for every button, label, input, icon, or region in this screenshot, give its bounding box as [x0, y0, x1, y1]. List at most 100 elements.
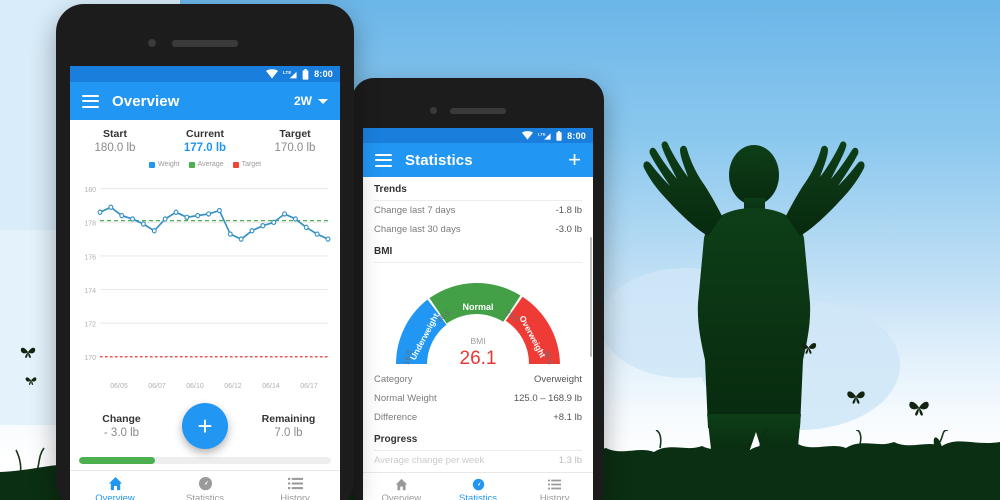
data-point — [108, 204, 114, 210]
stat-label: Start — [103, 128, 127, 140]
chart-legend: Weight Average Target — [70, 157, 340, 170]
stat-label: Current — [186, 128, 224, 140]
bmi-heading: BMI — [374, 246, 393, 257]
hamburger-icon[interactable] — [375, 153, 392, 167]
nav-item-history[interactable]: History — [516, 478, 593, 500]
battery-icon — [302, 68, 309, 80]
y-axis-tick: 176 — [84, 252, 96, 261]
range-selector-label[interactable]: 2W — [294, 94, 312, 108]
row-value: Overweight — [533, 374, 582, 385]
stat-value: 7.0 lb — [274, 427, 303, 439]
earpiece-speaker — [172, 40, 238, 47]
stat-label: Change — [102, 413, 141, 425]
nav-item-statistics[interactable]: Statistics — [160, 476, 250, 500]
scrollbar[interactable] — [590, 237, 592, 357]
table-row[interactable]: Change last 7 days -1.8 lb — [363, 201, 593, 220]
x-axis-tick: 06/07 — [148, 381, 166, 390]
nav-label: Overview — [381, 493, 422, 500]
nav-item-overview[interactable]: Overview — [70, 476, 160, 500]
phone2-bottom-nav: Overview Statistics History — [363, 472, 593, 500]
row-value: -1.8 lb — [555, 205, 582, 216]
phone2-appbar: Statistics + — [363, 143, 593, 177]
table-row[interactable]: Normal Weight 125.0 – 168.9 lb — [363, 389, 593, 408]
row-value: +8.1 lb — [553, 412, 582, 423]
gauge-icon — [472, 478, 484, 491]
phone-overview: LTE 8:00 Overview 2W Start 180.0 lb Curr… — [56, 4, 354, 500]
phone1-statusbar: LTE 8:00 — [70, 66, 340, 82]
data-point — [325, 236, 331, 242]
plus-icon[interactable]: + — [568, 149, 581, 171]
x-axis-tick: 06/12 — [224, 381, 242, 390]
y-axis-tick: 174 — [84, 286, 96, 295]
x-axis-tick: 06/10 — [186, 381, 204, 390]
wifi-icon — [266, 69, 279, 79]
legend-label: Average — [197, 161, 224, 168]
chevron-down-icon[interactable] — [318, 98, 328, 104]
nav-label: History — [280, 493, 310, 500]
goal-progress-fill — [79, 457, 155, 464]
phone1-bottom-nav: Overview Statistics History — [70, 470, 340, 500]
front-camera — [148, 39, 156, 47]
wifi-icon — [522, 131, 534, 140]
row-label: Change last 7 days — [374, 205, 456, 216]
phone2-scroll-area[interactable]: Trends Change last 7 days -1.8 lb Change… — [363, 177, 593, 472]
nav-item-statistics[interactable]: Statistics — [440, 478, 517, 500]
nav-item-history[interactable]: History — [250, 476, 340, 500]
svg-text:LTE: LTE — [538, 131, 546, 136]
table-row[interactable]: Change last 30 days -3.0 lb — [363, 220, 593, 239]
data-point — [260, 222, 266, 229]
row-value: -3.0 lb — [555, 224, 582, 235]
footer-stats: Change - 3.0 lb + Remaining 7.0 lb — [70, 399, 340, 451]
bmi-value: 26.1 — [460, 348, 497, 369]
data-point — [119, 212, 125, 219]
data-point — [195, 212, 201, 219]
data-point — [282, 211, 288, 217]
weight-line-chart[interactable]: 180 178 176 174 172 170 06/05 06/07 06/10 06/12 06… — [70, 170, 340, 399]
data-point — [206, 211, 212, 217]
legend-item-weight: Weight — [148, 161, 180, 168]
stat-target: Target 170.0 lb — [250, 128, 340, 154]
home-icon — [108, 476, 122, 491]
data-point — [184, 214, 190, 221]
bmi-caption: BMI — [470, 336, 485, 346]
stat-remaining: Remaining 7.0 lb — [237, 413, 340, 439]
nav-item-overview[interactable]: Overview — [363, 478, 440, 500]
earpiece-speaker — [450, 108, 506, 114]
row-label: Category — [374, 374, 413, 385]
hamburger-icon[interactable] — [82, 94, 99, 108]
x-axis-tick: 06/14 — [262, 381, 280, 390]
legend-item-average: Average — [188, 161, 224, 168]
row-label: Average change per week — [374, 455, 485, 466]
data-point — [130, 216, 136, 222]
row-label: Change last 30 days — [374, 224, 461, 235]
row-label: Normal Weight — [374, 393, 437, 404]
person-silhouette — [604, 128, 904, 458]
y-axis-tick: 172 — [84, 319, 96, 328]
table-row[interactable]: Average change per week 1.3 lb — [363, 451, 593, 470]
list-icon — [287, 477, 303, 490]
add-entry-fab[interactable]: + — [182, 403, 228, 449]
data-point — [162, 216, 168, 222]
y-axis-tick: 178 — [84, 218, 96, 227]
lte-signal-icon: LTE — [538, 131, 551, 140]
front-camera — [430, 107, 437, 114]
trends-heading: Trends — [374, 184, 407, 195]
phone1-screen: LTE 8:00 Overview 2W Start 180.0 lb Curr… — [70, 66, 340, 500]
row-value: 1.3 lb — [558, 455, 582, 466]
data-point — [314, 231, 320, 237]
butterfly-icon — [800, 340, 817, 355]
stat-start: Start 180.0 lb — [70, 128, 160, 154]
phone-statistics: LTE 8:00 Statistics + Trends Change last… — [352, 78, 604, 500]
data-point — [271, 219, 277, 226]
svg-text:LTE: LTE — [283, 70, 291, 75]
butterfly-icon — [846, 388, 866, 405]
data-point — [97, 209, 103, 215]
x-axis-tick: 06/05 — [110, 381, 128, 390]
table-row[interactable]: Difference +8.1 lb — [363, 408, 593, 427]
nav-label: Overview — [95, 493, 135, 500]
battery-icon — [556, 130, 562, 141]
stat-value: - 3.0 lb — [103, 427, 140, 439]
table-row[interactable]: Category Overweight — [363, 370, 593, 389]
stat-label: Target — [279, 128, 311, 140]
data-point — [292, 216, 298, 222]
